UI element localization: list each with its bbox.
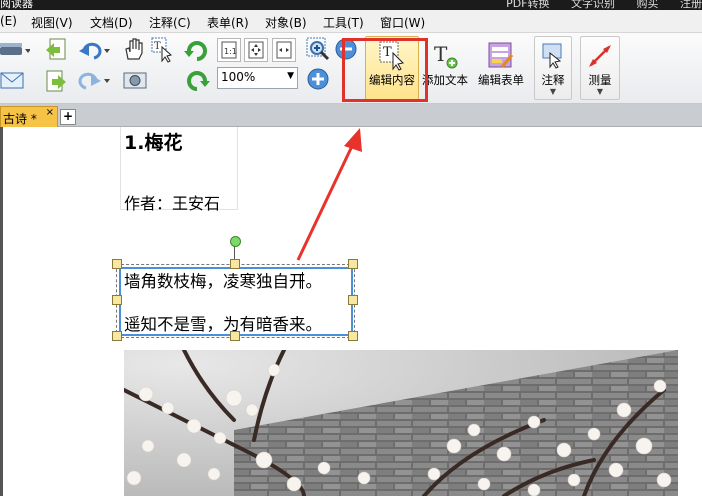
poem-author[interactable]: 作者：王安石 (124, 190, 220, 214)
buy-link[interactable]: 购买 (637, 0, 659, 10)
redo-icon[interactable] (78, 69, 112, 91)
title-bar-right: PDF转换 文字识别 购买 注册 (488, 0, 702, 10)
rotate-ccw-icon[interactable] (184, 67, 210, 93)
poem-line-1-text: 墙角数枝梅，凌寒独自开 (124, 272, 306, 291)
select-text-icon[interactable]: T (150, 37, 174, 63)
red-arrow (296, 128, 362, 261)
measure-icon (589, 45, 611, 67)
snapshot-icon[interactable] (123, 69, 147, 91)
menu-view[interactable]: 视图(V) (31, 14, 73, 31)
actual-size-icon: 1:1 (221, 41, 237, 59)
measure-dropdown-icon[interactable]: ▼ (581, 87, 619, 96)
plum-blossom-photo (124, 350, 678, 496)
menu-window[interactable]: 窗口(W) (380, 14, 425, 31)
rotate-cw-icon[interactable] (184, 37, 210, 63)
chevron-down-icon: ▼ (287, 71, 294, 81)
edit-form-button[interactable]: 编辑表单 (472, 36, 530, 100)
fit-width-button[interactable] (272, 38, 296, 62)
svg-text:1:1: 1:1 (224, 47, 237, 56)
hand-tool-icon[interactable] (122, 37, 146, 61)
measure-button[interactable]: 测量 ▼ (580, 36, 620, 100)
svg-text:T: T (154, 41, 161, 52)
edit-form-icon (488, 42, 514, 68)
email-icon[interactable] (0, 69, 28, 91)
actual-size-button[interactable]: 1:1 (217, 38, 241, 62)
fit-page-icon (248, 41, 264, 59)
menu-comment[interactable]: 注释(C) (149, 14, 191, 31)
highlight-frame (342, 38, 428, 102)
poem-line-1-punct: 。 (305, 272, 323, 291)
rotate-handle[interactable] (230, 236, 241, 247)
text-caret (301, 272, 303, 289)
resize-handle-sw[interactable] (112, 331, 122, 341)
menu-form[interactable]: 表单(R) (207, 14, 249, 31)
annotate-icon (542, 43, 562, 69)
resize-handle-w[interactable] (112, 295, 122, 305)
zoom-in-icon[interactable] (306, 67, 330, 91)
poem-title[interactable]: 1.梅花 (124, 128, 182, 155)
resize-handle-nw[interactable] (112, 259, 122, 269)
menu-bar: (E) 视图(V) 文档(D) 注释(C) 表单(R) 对象(B) 工具(T) … (0, 10, 702, 33)
undo-icon[interactable] (78, 39, 112, 61)
poem-line-1[interactable]: 墙角数枝梅，凌寒独自开。 (124, 268, 322, 292)
page-edge (0, 127, 3, 496)
fit-width-icon (276, 41, 292, 59)
new-tab-button[interactable]: + (60, 109, 76, 125)
insert-page-icon[interactable] (44, 69, 68, 95)
annotate-dropdown-icon[interactable]: ▼ (535, 87, 571, 96)
annotate-button[interactable]: 注释 ▼ (534, 36, 572, 100)
menu-object[interactable]: 对象(B) (265, 14, 307, 31)
marquee-zoom-icon[interactable] (306, 37, 332, 63)
resize-handle-se[interactable] (348, 331, 358, 341)
scanner-icon[interactable] (0, 39, 30, 61)
close-tab-icon[interactable]: × (46, 107, 54, 118)
zoom-select[interactable]: 100% ▼ (217, 67, 298, 89)
menu-document[interactable]: 文档(D) (90, 14, 133, 31)
add-text-icon: T (434, 42, 458, 69)
poem-line-2[interactable]: 遥知不是雪，为有暗香来。 (124, 311, 322, 335)
pdf-convert-link[interactable]: PDF转换 (506, 0, 549, 10)
menu-tools[interactable]: 工具(T) (323, 14, 364, 31)
rotate-handle-line (234, 245, 235, 260)
edit-form-label: 编辑表单 (478, 73, 524, 87)
resize-handle-n[interactable] (230, 259, 240, 269)
fit-page-button[interactable] (244, 38, 268, 62)
ocr-link[interactable]: 文字识别 (571, 0, 615, 10)
title-bar: 阅读器 PDF转换 文字识别 购买 注册 (0, 0, 702, 10)
extract-page-icon[interactable] (44, 37, 68, 63)
measure-label: 测量 (588, 73, 612, 87)
document-tab-label: 古诗 * (3, 112, 37, 126)
svg-text:T: T (434, 42, 448, 66)
annotate-label: 注释 (541, 73, 565, 87)
register-link[interactable]: 注册 (680, 0, 702, 10)
zoom-value: 100% (221, 70, 256, 84)
resize-handle-e[interactable] (348, 295, 358, 305)
window-title: 阅读器 (0, 0, 33, 10)
menu-edit[interactable]: (E) (0, 14, 17, 28)
resize-handle-s[interactable] (230, 331, 240, 341)
document-tab[interactable]: 古诗 * × (0, 106, 58, 127)
